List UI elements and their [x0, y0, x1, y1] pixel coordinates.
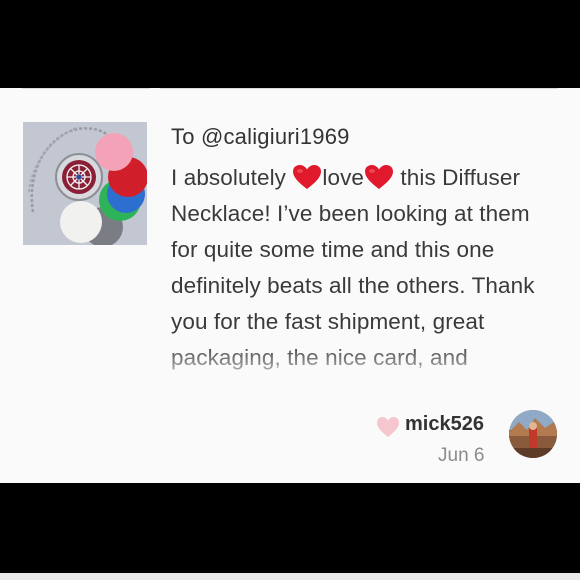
- heart-emoji-icon: [365, 165, 394, 189]
- heart-outline-icon[interactable]: [376, 416, 400, 438]
- recipient-handle[interactable]: To @caligiuri1969: [171, 124, 350, 150]
- reviewer-username[interactable]: mick526: [405, 413, 484, 436]
- review-date: Jun 6: [438, 445, 485, 466]
- divider: [22, 88, 150, 89]
- divider: [160, 88, 558, 89]
- product-thumbnail[interactable]: [23, 122, 147, 245]
- text-fade-overlay: [165, 346, 565, 410]
- review-card: To @caligiuri1969 I absolutely love this…: [0, 88, 580, 483]
- heart-emoji-icon: [293, 165, 322, 189]
- review-text-part: love: [322, 165, 365, 190]
- review-text-part: this Diffuser Necklace! I’ve been lookin…: [171, 165, 535, 370]
- bottom-edge: [0, 573, 580, 580]
- avatar[interactable]: [509, 410, 557, 458]
- review-text-part: I absolutely: [171, 165, 293, 190]
